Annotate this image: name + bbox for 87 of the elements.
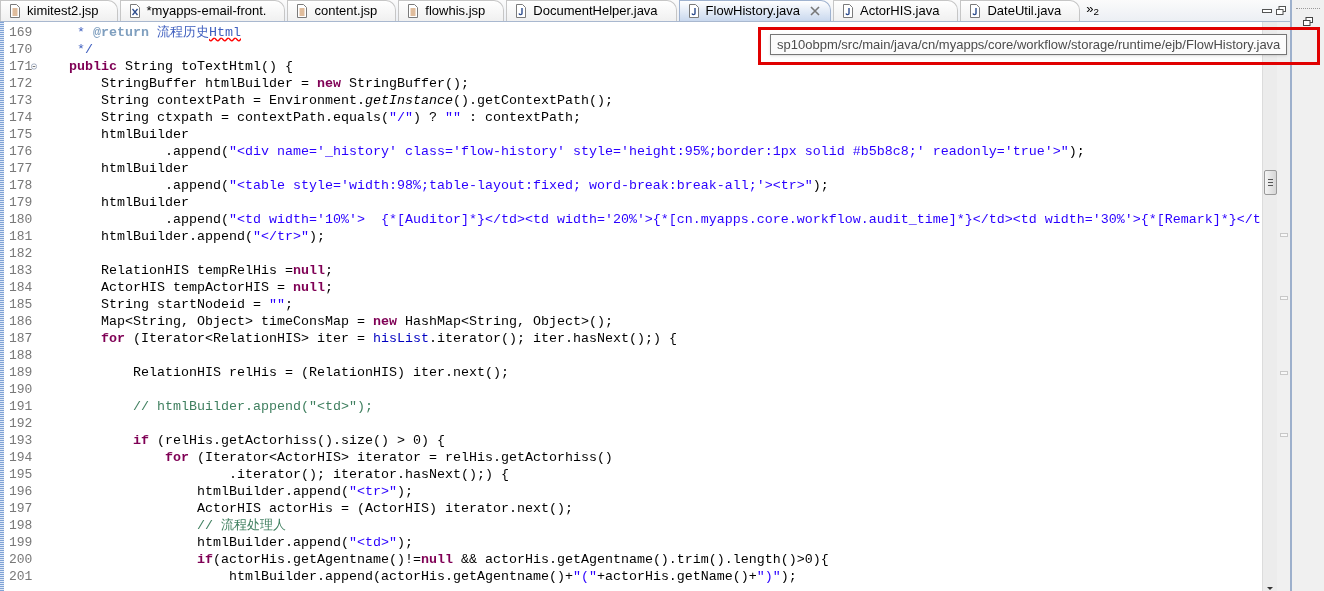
java-file-icon <box>687 4 700 18</box>
scrollbar-thumb[interactable] <box>1264 170 1277 195</box>
code-line: StringBuffer htmlBuilder = new StringBuffer(); <box>100 76 469 91</box>
code-line: htmlBuilder <box>100 127 189 142</box>
line-number: 182 <box>8 245 31 262</box>
document-icon <box>9 4 21 18</box>
code-line: // htmlBuilder.append("<td>"); <box>131 399 373 414</box>
code-line: String ctxpath = contextPath.equals("/") ? "" : contextPath; <box>100 110 581 125</box>
code-line: */ <box>76 42 93 57</box>
editor-tab[interactable]: FlowHistory.java <box>678 0 831 21</box>
line-number: 177 <box>8 160 31 177</box>
line-number: 193 <box>8 432 31 449</box>
code-line: // 流程处理人 <box>195 518 286 533</box>
line-number: 190 <box>8 381 31 398</box>
code-line: htmlBuilder <box>100 161 189 176</box>
code-line: Map<String, Object> timeConsMap = new HashMap<String, Object>(); <box>100 314 613 329</box>
line-number: 186 <box>8 313 31 330</box>
line-number: 176 <box>8 143 31 160</box>
editor-tab[interactable]: ActorHIS.java <box>833 0 959 21</box>
code-line: htmlBuilder <box>100 195 189 210</box>
code-line: .append("<table style='width:98%;table-layout:fixed; word-break:break-all;'><tr>"); <box>163 178 829 193</box>
line-number: 192 <box>8 415 31 432</box>
maximize-icon[interactable] <box>1276 6 1286 15</box>
collapse-icon[interactable] <box>31 62 37 71</box>
line-number: 170 <box>8 41 31 58</box>
line-number: 183 <box>8 262 31 279</box>
editor-tab[interactable]: content.jsp <box>287 0 397 21</box>
java-file-icon <box>842 4 854 18</box>
code-line: ActorHIS actorHis = (ActorHIS) iterator.next(); <box>195 501 573 516</box>
line-number: 200 <box>8 551 31 568</box>
line-number: 184 <box>8 279 31 296</box>
editor-tab[interactable]: flowhis.jsp <box>398 0 505 21</box>
code-line: for (Iterator<ActorHIS> iterator = relHis.getActorhiss() <box>163 450 613 465</box>
line-number: 194 <box>8 449 31 466</box>
code-line: * @return 流程历史Html <box>76 25 241 40</box>
line-number: 181 <box>8 228 31 245</box>
tooltip: sp10obpm/src/main/java/cn/myapps/core/workflow/storage/runtime/ejb/FlowHistory.java <box>770 34 1288 55</box>
code-line: htmlBuilder.append("</tr>"); <box>100 229 325 244</box>
line-number: 175 <box>8 126 31 143</box>
line-number: 198 <box>8 517 31 534</box>
code-line: for (Iterator<RelationHIS> iter = hisList.iterator(); iter.hasNext();) { <box>100 331 677 346</box>
line-number: 174 <box>8 109 31 126</box>
line-number: 191 <box>8 398 31 415</box>
line-number: 201 <box>8 568 31 585</box>
xml-file-icon <box>128 4 141 18</box>
restore-icon[interactable] <box>1303 17 1313 26</box>
code-line: String contextPath = Environment.getInstance().getContextPath(); <box>100 93 613 108</box>
line-number: 185 <box>8 296 31 313</box>
line-number: 187 <box>8 330 31 347</box>
close-icon[interactable] <box>810 6 820 16</box>
code-line: String startNodeid = ""; <box>100 297 293 312</box>
line-number: 178 <box>8 177 31 194</box>
document-icon <box>407 4 420 18</box>
line-number: 197 <box>8 500 31 517</box>
tab-overflow-button[interactable]: »$_{2}$ <box>1086 0 1099 18</box>
line-number: 171 <box>8 58 31 75</box>
line-number: 172 <box>8 75 31 92</box>
editor-tab[interactable]: *myapps-email-front. <box>119 0 286 21</box>
line-number: 173 <box>8 92 31 109</box>
line-number: 195 <box>8 466 31 483</box>
editor-tab[interactable]: DocumentHelper.java <box>506 0 677 21</box>
line-number: 189 <box>8 364 31 381</box>
code-line: .append("<td width='10%'> {*[Auditor]*}</td><td width='20%'>{*[cn.myapps.core.workflow.audit_time]*}</td><td width='30%'>{*[Remark]*}</t <box>163 212 1261 227</box>
code-line: htmlBuilder.append("<tr>"); <box>195 484 413 499</box>
line-number: 180 <box>8 211 31 228</box>
code-line: htmlBuilder.append("<td>"); <box>195 535 413 550</box>
editor-tab[interactable]: kimitest2.jsp <box>0 0 118 21</box>
line-number: 169 <box>8 24 31 41</box>
java-file-icon <box>969 4 982 18</box>
document-icon <box>296 4 309 18</box>
code-line: htmlBuilder.append(actorHis.getAgentname()+"("+actorHis.getName()+")"); <box>227 569 797 584</box>
code-line: if(actorHis.getAgentname()!=null && actorHis.getAgentname().trim().length()>0){ <box>195 552 829 567</box>
line-number: 196 <box>8 483 31 500</box>
scroll-down-arrow-icon[interactable] <box>1267 587 1273 590</box>
code-line: .iterator(); iterator.hasNext();) { <box>227 467 509 482</box>
line-number: 179 <box>8 194 31 211</box>
code-line: public String toTextHtml() { <box>68 59 293 74</box>
code-line: RelationHIS tempRelHis =null; <box>100 263 333 278</box>
minimize-icon[interactable] <box>1262 9 1272 13</box>
code-line: if (relHis.getActorhiss().size() > 0) { <box>131 433 445 448</box>
line-number: 188 <box>8 347 31 364</box>
line-number: 199 <box>8 534 31 551</box>
code-line: RelationHIS relHis = (RelationHIS) iter.next(); <box>131 365 509 380</box>
code-line: ActorHIS tempActorHIS = null; <box>100 280 333 295</box>
code-line: .append("<div name='_history' class='flow-history' style='height:95%;border:1px solid #b5b8c8;' readonly='true'>"); <box>163 144 1085 159</box>
editor-tab[interactable]: DateUtil.java <box>960 0 1081 21</box>
java-file-icon <box>515 4 528 18</box>
